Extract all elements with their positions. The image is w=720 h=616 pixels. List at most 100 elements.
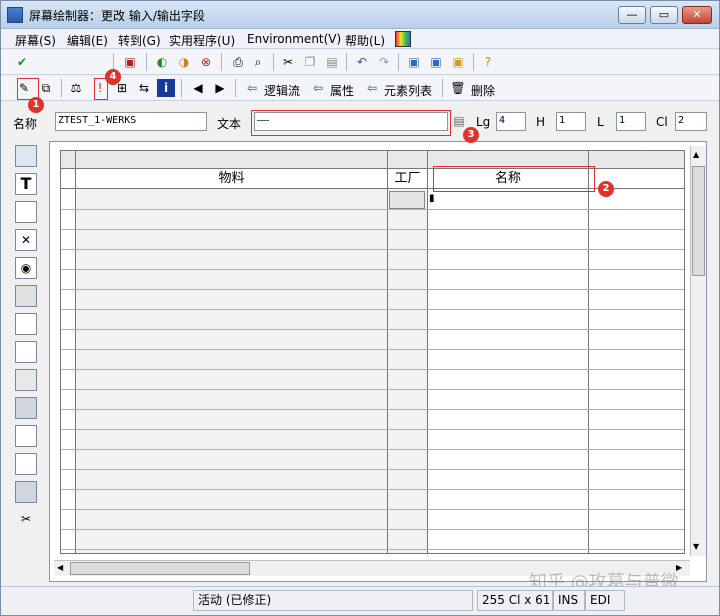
previous-icon[interactable]: ◀ bbox=[189, 79, 207, 97]
menu-screen[interactable]: 屏幕(S) bbox=[15, 32, 56, 49]
window-title: 屏幕绘制器：更改 输入/输出字段 bbox=[29, 9, 205, 23]
io-field-tool-icon[interactable] bbox=[15, 201, 37, 223]
box-tool-icon[interactable] bbox=[15, 369, 37, 391]
cl-label: Cl bbox=[656, 115, 668, 129]
next-icon[interactable]: ▶ bbox=[211, 79, 229, 97]
pushbutton-tool-icon[interactable] bbox=[15, 285, 37, 307]
radio-tool-icon[interactable]: ◉ bbox=[15, 257, 37, 279]
annotation-box-2 bbox=[433, 166, 595, 192]
marker-2: 2 bbox=[598, 181, 614, 197]
l-label: L bbox=[597, 115, 604, 129]
table-row bbox=[61, 329, 684, 330]
back-icon[interactable]: ◐ bbox=[153, 53, 171, 71]
name-label: 名称 bbox=[13, 117, 38, 131]
paste-icon[interactable]: ▤ bbox=[323, 53, 341, 71]
column-header-plant[interactable]: 工厂 bbox=[388, 170, 427, 188]
pointer-tool-icon[interactable] bbox=[15, 145, 37, 167]
delete-button[interactable]: 删除 bbox=[471, 82, 495, 99]
window-icon-1[interactable]: ▣ bbox=[405, 53, 423, 71]
attributes-button[interactable]: 属性 bbox=[330, 82, 354, 99]
status-bar: 活动 (已修正) 255 Cl x 61 L INS EDI bbox=[1, 586, 719, 615]
menu-utilities[interactable]: 实用程序(U) bbox=[169, 32, 235, 49]
text-icon-button[interactable]: ▤ bbox=[450, 112, 468, 130]
cancel-icon[interactable]: ⊗ bbox=[197, 53, 215, 71]
name-field[interactable]: ZTEST_1-WERKS bbox=[55, 112, 207, 131]
checkbox-tool-icon[interactable]: ✕ bbox=[15, 229, 37, 251]
table-row bbox=[61, 409, 684, 410]
save-icon[interactable]: ▣ bbox=[121, 53, 139, 71]
info-icon[interactable]: i bbox=[157, 79, 175, 97]
flow-logic-button[interactable]: 逻辑流 bbox=[264, 82, 300, 99]
lg-label: Lg bbox=[476, 115, 491, 129]
table-control-tool-icon[interactable] bbox=[15, 425, 37, 447]
layout-menu-icon[interactable] bbox=[395, 31, 411, 47]
status-edi: EDI bbox=[585, 590, 625, 611]
menu-goto[interactable]: 转到(G) bbox=[118, 32, 161, 49]
h-label: H bbox=[536, 115, 546, 129]
marker-4: 4 bbox=[105, 69, 121, 85]
minimize-button[interactable]: — bbox=[618, 6, 646, 24]
subscreen-tool-icon[interactable] bbox=[15, 397, 37, 419]
table-row bbox=[61, 209, 684, 210]
table-wizard-tool-icon[interactable] bbox=[15, 453, 37, 475]
element-list-arrow-icon[interactable]: ⇦ bbox=[363, 79, 381, 97]
close-button[interactable]: ✕ bbox=[682, 6, 712, 24]
plant-input-cell[interactable] bbox=[389, 191, 425, 209]
find-icon[interactable]: ⌕ bbox=[249, 53, 267, 71]
check-icon[interactable]: ⚖ bbox=[67, 79, 85, 97]
print-icon[interactable]: ⎙ bbox=[229, 53, 247, 71]
program-fields-icon[interactable]: ⇆ bbox=[135, 79, 153, 97]
marker-3: 3 bbox=[463, 127, 479, 143]
maximize-button[interactable]: ▭ bbox=[650, 6, 678, 24]
text-field-tool-icon[interactable]: T bbox=[15, 173, 37, 195]
table-row bbox=[61, 529, 684, 530]
table-row bbox=[61, 349, 684, 350]
window-icon-2[interactable]: ▣ bbox=[427, 53, 445, 71]
vertical-scroll-thumb[interactable] bbox=[692, 166, 705, 276]
menu-environment[interactable]: Environment(V) bbox=[247, 32, 341, 46]
exit-icon[interactable]: ◑ bbox=[175, 53, 193, 71]
tabstrip-wizard-tool-icon[interactable] bbox=[15, 341, 37, 363]
window-icon-3[interactable]: ▣ bbox=[449, 53, 467, 71]
active-inactive-icon[interactable]: ⧉ bbox=[37, 79, 55, 97]
table-row bbox=[61, 289, 684, 290]
h-field[interactable]: 1 bbox=[556, 112, 586, 131]
element-list-button[interactable]: 元素列表 bbox=[384, 82, 432, 99]
layout-canvas[interactable]: ▮ 物料 工厂 名称 ▲ ▼ ◀ ▶ bbox=[49, 141, 707, 582]
custom-control-tool-icon[interactable] bbox=[15, 481, 37, 503]
table-row bbox=[61, 369, 684, 370]
cl-field[interactable]: 2 bbox=[675, 112, 707, 131]
attributes-arrow-icon[interactable]: ⇦ bbox=[309, 79, 327, 97]
annotation-box-3 bbox=[251, 110, 451, 136]
table-control[interactable]: ▮ 物料 工厂 名称 bbox=[60, 150, 685, 554]
flow-logic-arrow-icon[interactable]: ⇦ bbox=[243, 79, 261, 97]
help-icon[interactable]: ? bbox=[479, 53, 497, 71]
copy-icon[interactable]: ❐ bbox=[301, 53, 319, 71]
undo-icon[interactable]: ↶ bbox=[353, 53, 371, 71]
scroll-up-icon[interactable]: ▲ bbox=[693, 150, 699, 159]
enter-icon[interactable]: ✔ bbox=[13, 53, 31, 71]
delete-icon[interactable]: 🗑 bbox=[449, 79, 467, 97]
status-icon-tool-icon[interactable]: ✂ bbox=[15, 509, 37, 531]
table-row bbox=[61, 509, 684, 510]
table-row bbox=[61, 309, 684, 310]
menu-edit[interactable]: 编辑(E) bbox=[67, 32, 108, 49]
table-row bbox=[61, 229, 684, 230]
lg-field[interactable]: 4 bbox=[496, 112, 526, 131]
scroll-down-icon[interactable]: ▼ bbox=[693, 542, 699, 551]
redo-icon[interactable]: ↷ bbox=[375, 53, 393, 71]
text-label: 文本 bbox=[217, 117, 242, 131]
scroll-left-icon[interactable]: ◀ bbox=[57, 563, 63, 572]
vertical-scrollbar[interactable]: ▲ ▼ bbox=[690, 146, 706, 556]
tabstrip-tool-icon[interactable] bbox=[15, 313, 37, 335]
status-size: 255 Cl x 61 L bbox=[477, 590, 553, 611]
column-header-material[interactable]: 物料 bbox=[76, 170, 387, 188]
table-row bbox=[61, 429, 684, 430]
l-field[interactable]: 1 bbox=[616, 112, 646, 131]
cut-icon[interactable]: ✂ bbox=[279, 53, 297, 71]
table-row bbox=[61, 269, 684, 270]
table-row bbox=[61, 449, 684, 450]
marker-1: 1 bbox=[28, 97, 44, 113]
menu-help[interactable]: 帮助(L) bbox=[345, 32, 385, 49]
horizontal-scroll-thumb[interactable] bbox=[70, 562, 250, 575]
